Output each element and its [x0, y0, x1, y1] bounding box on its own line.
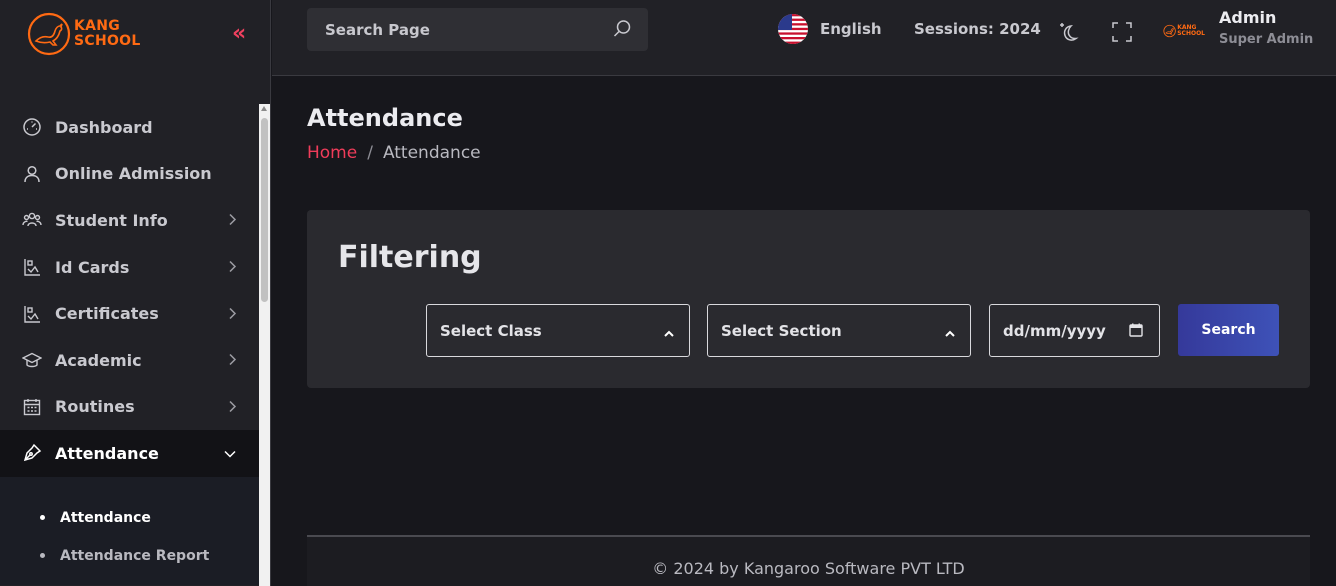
user-name[interactable]: Admin [1219, 8, 1276, 27]
brand-logo[interactable]: KANG SCHOOL [26, 10, 146, 58]
avatar[interactable]: KANG SCHOOL [1163, 18, 1205, 44]
user-icon [22, 164, 42, 184]
filter-title: Filtering [338, 240, 482, 275]
avatar-brand-line2: SCHOOL [1177, 30, 1205, 37]
certificate-icon [22, 304, 42, 324]
user-role: Super Admin [1219, 32, 1314, 47]
moon-icon [1060, 23, 1079, 41]
scrollbar-thumb[interactable] [261, 118, 268, 302]
class-select-value: Select Class [440, 321, 542, 340]
dashboard-gauge-icon [22, 117, 42, 137]
sidebar-item-student-info[interactable]: Student Info [0, 197, 259, 244]
chevron-right-icon [227, 397, 237, 416]
search-button[interactable]: Search [1178, 304, 1279, 356]
dark-mode-toggle[interactable] [1056, 18, 1084, 46]
search-bar [307, 8, 648, 51]
language-selector[interactable]: English [820, 20, 882, 38]
fullscreen-button[interactable] [1110, 20, 1134, 44]
id-card-icon [22, 257, 42, 277]
sidebar: KANG SCHOOL « Dashboard Online Admission… [0, 0, 271, 586]
collapse-sidebar-button[interactable]: « [232, 22, 246, 46]
kangaroo-logo-icon [1163, 24, 1176, 38]
date-input[interactable]: dd/mm/yyyy [989, 304, 1160, 357]
chevron-down-icon [223, 444, 237, 463]
submenu-item-label: Attendance Report [60, 547, 210, 564]
sidebar-item-attendance[interactable]: Attendance [0, 430, 259, 477]
filter-card: Filtering Select Class Select Section dd… [307, 210, 1310, 388]
submenu-item-label: Attendance [60, 509, 151, 526]
chevron-right-icon [227, 304, 237, 323]
chevron-up-icon [944, 325, 956, 343]
sidebar-item-label: Online Admission [55, 164, 212, 184]
footer-copyright: © 2024 by Kangaroo Software PVT LTD [652, 559, 965, 578]
sidebar-scrollbar[interactable] [259, 104, 270, 586]
sidebar-item-label: Dashboard [55, 117, 153, 137]
sidebar-item-label: Id Cards [55, 257, 130, 277]
brand-line2: SCHOOL [74, 33, 141, 49]
kangaroo-logo-icon [27, 12, 71, 56]
breadcrumb: Home / Attendance [307, 143, 481, 163]
top-header: English Sessions: 2024 KANG SCHOOL Admin… [272, 0, 1336, 76]
submenu-item-attendance[interactable]: Attendance [0, 499, 259, 537]
pen-nib-icon [22, 443, 42, 463]
section-select[interactable]: Select Section [707, 304, 971, 357]
search-icon[interactable] [612, 19, 632, 43]
footer: © 2024 by Kangaroo Software PVT LTD [307, 535, 1310, 586]
attendance-submenu: Attendance Attendance Report [0, 476, 259, 585]
us-flag-icon[interactable] [778, 14, 808, 44]
section-select-value: Select Section [721, 321, 842, 340]
chevron-right-icon [227, 258, 237, 277]
breadcrumb-current: Attendance [382, 143, 481, 163]
sidebar-item-label: Attendance [55, 443, 159, 463]
search-input[interactable] [325, 20, 605, 39]
sidebar-item-id-cards[interactable]: Id Cards [0, 244, 259, 291]
chevron-right-icon [227, 211, 237, 230]
calendar-icon [22, 397, 42, 417]
chevron-up-icon [663, 325, 675, 343]
fullscreen-icon [1112, 22, 1132, 42]
bullet-dot-icon [40, 553, 45, 559]
sidebar-item-routines[interactable]: Routines [0, 384, 259, 431]
sidebar-item-dashboard[interactable]: Dashboard [0, 104, 259, 151]
sidebar-item-label: Certificates [55, 304, 159, 324]
sidebar-item-academic[interactable]: Academic [0, 337, 259, 384]
sidebar-item-label: Academic [55, 350, 142, 370]
sidebar-item-online-admission[interactable]: Online Admission [0, 151, 259, 198]
sidebar-item-label: Routines [55, 397, 135, 417]
sidebar-item-certificates[interactable]: Certificates [0, 290, 259, 337]
sidebar-menu: Dashboard Online Admission Student Info … [0, 104, 259, 585]
graduation-cap-icon [22, 350, 42, 370]
bullet-dot-icon [40, 515, 45, 521]
class-select[interactable]: Select Class [426, 304, 690, 357]
date-input-value: dd/mm/yyyy [1003, 321, 1106, 340]
scroll-up-arrow-icon[interactable] [261, 106, 267, 111]
students-group-icon [22, 210, 42, 230]
chevron-right-icon [227, 351, 237, 370]
breadcrumb-separator: / [367, 143, 373, 163]
session-selector[interactable]: Sessions: 2024 [914, 20, 1041, 38]
sidebar-item-label: Student Info [55, 210, 168, 230]
breadcrumb-home-link[interactable]: Home [307, 143, 357, 163]
brand-line1: KANG [74, 18, 121, 34]
calendar-icon[interactable] [1129, 323, 1143, 341]
page-title: Attendance [307, 104, 463, 132]
submenu-item-attendance-report[interactable]: Attendance Report [0, 537, 259, 575]
